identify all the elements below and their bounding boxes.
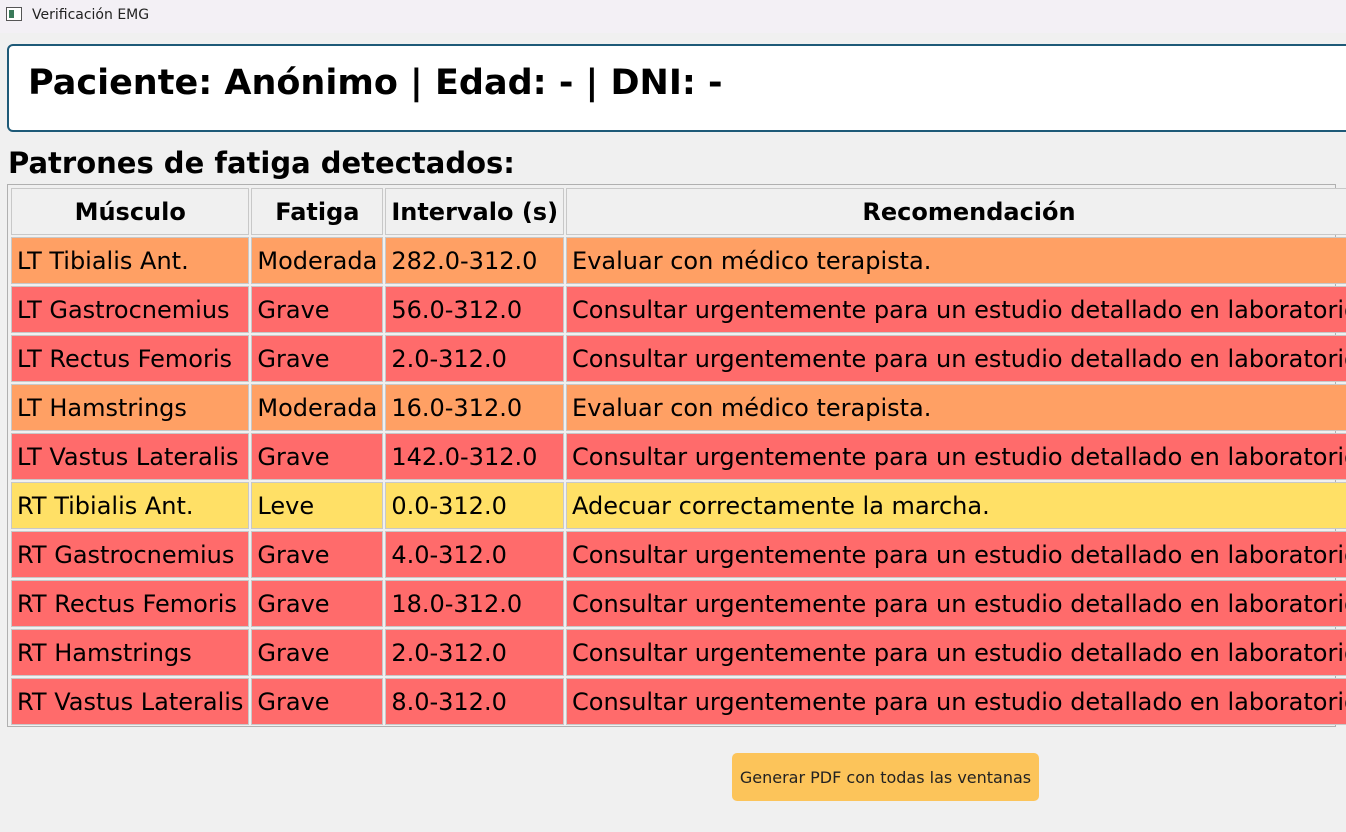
generate-pdf-button[interactable]: Generar PDF con todas las ventanas	[732, 753, 1039, 801]
table-row[interactable]: LT Vastus Lateralis Grave 142.0-312.0 Consu…	[11, 433, 1346, 480]
window-title: Verificación EMG	[32, 7, 150, 23]
cell-muscle[interactable]: RT Hamstrings	[11, 629, 250, 676]
cell-interval[interactable]: 16.0-312.0	[385, 384, 565, 431]
cell-interval[interactable]: 0.0-312.0	[385, 482, 565, 529]
cell-interval[interactable]: 2.0-312.0	[385, 335, 565, 382]
app-window-icon	[6, 7, 22, 21]
header-interval[interactable]: Intervalo (s)	[385, 188, 565, 235]
cell-recommendation[interactable]: Adecuar correctamente la marcha.	[566, 482, 1346, 529]
table-row[interactable]: RT Tibialis Ant. Leve 0.0-312.0 Adecuar cor…	[11, 482, 1346, 529]
cell-fatigue[interactable]: Grave	[251, 629, 384, 676]
header-recommendation[interactable]: Recomendación	[566, 188, 1346, 235]
table-row[interactable]: RT Vastus Lateralis Grave 8.0-312.0 Consult…	[11, 678, 1346, 725]
header-muscle[interactable]: Músculo	[11, 188, 250, 235]
cell-interval[interactable]: 18.0-312.0	[385, 580, 565, 627]
patient-header: Paciente: Anónimo | Edad: - | DNI: -	[28, 63, 723, 103]
section-title: Patrones de fatiga detectados:	[8, 146, 515, 180]
table-row[interactable]: RT Rectus Femoris Grave 18.0-312.0 Consulta…	[11, 580, 1346, 627]
cell-recommendation[interactable]: Consultar urgentemente para un estudio d…	[566, 629, 1346, 676]
cell-fatigue[interactable]: Grave	[251, 678, 384, 725]
table-row[interactable]: LT Rectus Femoris Grave 2.0-312.0 Consultar…	[11, 335, 1346, 382]
header-fatigue[interactable]: Fatiga	[251, 188, 384, 235]
cell-fatigue[interactable]: Grave	[251, 433, 384, 480]
cell-interval[interactable]: 142.0-312.0	[385, 433, 565, 480]
cell-recommendation[interactable]: Consultar urgentemente para un estudio d…	[566, 531, 1346, 578]
cell-muscle[interactable]: LT Gastrocnemius	[11, 286, 250, 333]
table-header-row: Músculo Fatiga Intervalo (s) Recomendaci…	[11, 188, 1346, 235]
cell-fatigue[interactable]: Grave	[251, 580, 384, 627]
patient-info-box: Paciente: Anónimo | Edad: - | DNI: -	[7, 44, 1346, 132]
cell-interval[interactable]: 4.0-312.0	[385, 531, 565, 578]
cell-fatigue[interactable]: Leve	[251, 482, 384, 529]
cell-interval[interactable]: 282.0-312.0	[385, 237, 565, 284]
cell-interval[interactable]: 56.0-312.0	[385, 286, 565, 333]
table-row[interactable]: LT Gastrocnemius Grave 56.0-312.0 Consultar…	[11, 286, 1346, 333]
table-row[interactable]: LT Tibialis Ant. Moderada 282.0-312.0 Evalu…	[11, 237, 1346, 284]
cell-recommendation[interactable]: Consultar urgentemente para un estudio d…	[566, 335, 1346, 382]
cell-recommendation[interactable]: Consultar urgentemente para un estudio d…	[566, 286, 1346, 333]
cell-recommendation[interactable]: Consultar urgentemente para un estudio d…	[566, 580, 1346, 627]
cell-interval[interactable]: 2.0-312.0	[385, 629, 565, 676]
cell-recommendation[interactable]: Consultar urgentemente para un estudio d…	[566, 678, 1346, 725]
cell-recommendation[interactable]: Consultar urgentemente para un estudio d…	[566, 433, 1346, 480]
cell-recommendation[interactable]: Evaluar con médico terapista.	[566, 237, 1346, 284]
cell-muscle[interactable]: LT Vastus Lateralis	[11, 433, 250, 480]
fatigue-table: Músculo Fatiga Intervalo (s) Recomendaci…	[9, 186, 1346, 727]
cell-muscle[interactable]: RT Tibialis Ant.	[11, 482, 250, 529]
table-row[interactable]: RT Hamstrings Grave 2.0-312.0 Consultar urg…	[11, 629, 1346, 676]
cell-fatigue[interactable]: Grave	[251, 531, 384, 578]
table-row[interactable]: RT Gastrocnemius Grave 4.0-312.0 Consultar …	[11, 531, 1346, 578]
cell-fatigue[interactable]: Grave	[251, 286, 384, 333]
cell-fatigue[interactable]: Moderada	[251, 384, 384, 431]
cell-muscle[interactable]: RT Rectus Femoris	[11, 580, 250, 627]
cell-muscle[interactable]: LT Hamstrings	[11, 384, 250, 431]
cell-muscle[interactable]: RT Gastrocnemius	[11, 531, 250, 578]
cell-fatigue[interactable]: Grave	[251, 335, 384, 382]
cell-fatigue[interactable]: Moderada	[251, 237, 384, 284]
cell-interval[interactable]: 8.0-312.0	[385, 678, 565, 725]
table-row[interactable]: LT Hamstrings Moderada 16.0-312.0 Evaluar c…	[11, 384, 1346, 431]
cell-muscle[interactable]: LT Rectus Femoris	[11, 335, 250, 382]
fatigue-table-container: Músculo Fatiga Intervalo (s) Recomendaci…	[7, 184, 1346, 727]
window-titlebar: Verificación EMG	[0, 0, 1346, 33]
table-body: LT Tibialis Ant. Moderada 282.0-312.0 Evalu…	[11, 237, 1346, 725]
cell-muscle[interactable]: LT Tibialis Ant.	[11, 237, 250, 284]
cell-recommendation[interactable]: Evaluar con médico terapista.	[566, 384, 1346, 431]
cell-muscle[interactable]: RT Vastus Lateralis	[11, 678, 250, 725]
